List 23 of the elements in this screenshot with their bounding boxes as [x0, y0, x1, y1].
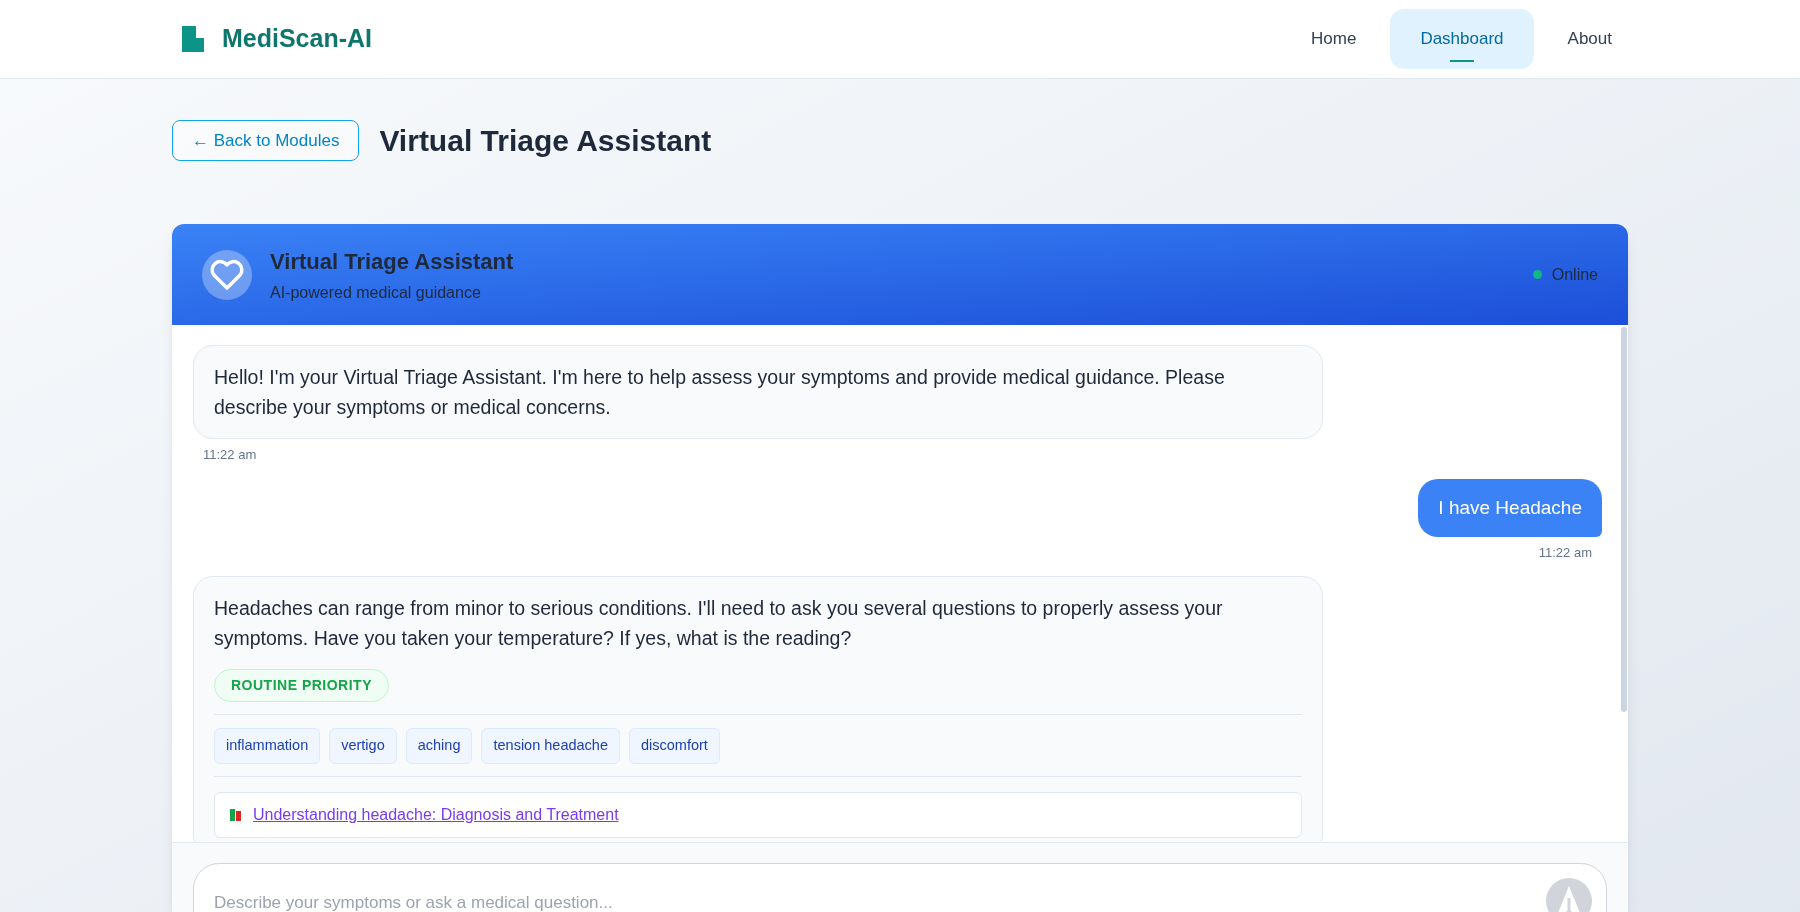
message-text: Hello! I'm your Virtual Triage Assistant. I'm here to help assess your symptoms and provide medical guidance. Please describe your symptoms or medical concerns. [214, 365, 1226, 420]
symptom-tag: vertigo [329, 728, 397, 764]
user-message: I have Headache [1418, 478, 1602, 537]
symptom-tag: aching [405, 728, 473, 764]
page-title: Virtual Triage Assistant [379, 123, 712, 159]
symptom-tag: tension headache [481, 728, 620, 764]
message-time: 11:22 am [1538, 543, 1592, 562]
chat-title: Virtual Triage Assistant [270, 247, 514, 276]
message-time: 11:22 am [203, 446, 257, 464]
message-field[interactable]: Describe your symptoms or ask a medical question... [193, 863, 1607, 912]
resource-link[interactable]: Understanding headache: Diagnosis and Treatment [253, 802, 619, 827]
back-button[interactable]: ← Back to Modules [172, 120, 360, 161]
nav-link[interactable]: About [1537, 9, 1642, 69]
chat-subtitle: AI-powered medical guidance [270, 282, 482, 303]
symptom-tag: inflammation [214, 728, 321, 764]
priority-badge: ROUTINE PRIORITY [214, 669, 389, 702]
nav-link[interactable]: Home [1281, 9, 1387, 69]
logo-icon [180, 24, 206, 54]
symptom-tag: discomfort [628, 728, 720, 764]
nav-link[interactable]: Dashboard [1390, 9, 1534, 69]
brand-name[interactable]: MediScan-AI [222, 20, 373, 58]
status-label: Online [1551, 264, 1598, 285]
message-text: Headaches can range from minor to serious conditions. I'll need to ask you several questions to properly assess your symptoms. Have you taken your temperature? If yes, what is the reading? [214, 596, 1224, 651]
